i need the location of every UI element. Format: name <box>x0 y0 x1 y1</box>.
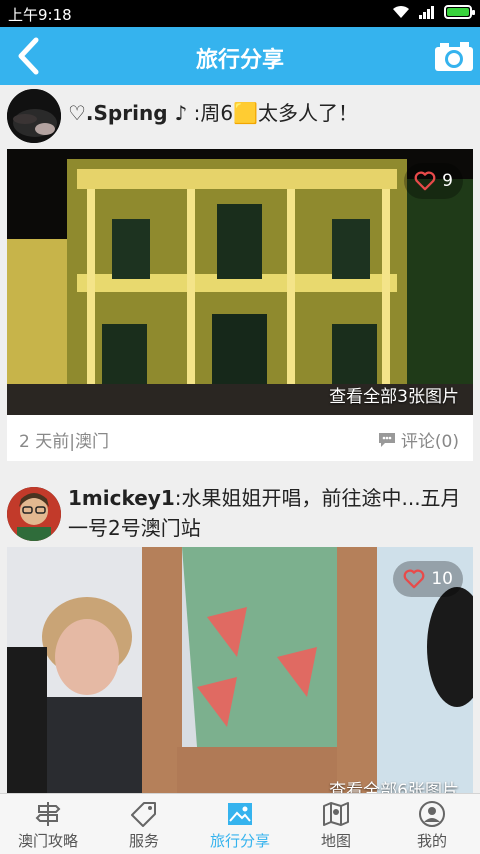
tab-label: 服务 <box>128 832 159 850</box>
comment-count: 评论(0) <box>400 432 459 452</box>
tab-label: 地图 <box>320 832 351 850</box>
avatar[interactable] <box>7 89 61 143</box>
tab-macau-guide[interactable]: 澳门攻略 <box>0 794 96 854</box>
status-time: 上午9:18 <box>8 6 72 24</box>
post-card[interactable]: 9 查看全部3张图片 2 天前|澳门 评论(0) <box>7 149 473 461</box>
post-caption: ♡.Spring ♪ :周6🟨太多人了！ <box>68 98 466 128</box>
post-card[interactable]: 10 查看全部6张图片 <box>7 547 473 793</box>
like-count: 10 <box>431 569 453 589</box>
post-meta: 2 天前|澳门 <box>19 432 109 452</box>
post-caption: 1mickey1:水果姐姐开唱，前往途中...五月一号2号澳门站 <box>68 483 466 543</box>
photo-icon <box>228 803 252 825</box>
wifi-icon <box>393 5 409 18</box>
post-footer: 2 天前|澳门 评论(0) <box>7 415 473 461</box>
post-username[interactable]: 1mickey1 <box>68 486 175 510</box>
comment-button[interactable]: 评论(0) <box>377 427 459 452</box>
tag-icon <box>131 802 156 827</box>
app-header: 旅行分享 <box>0 27 480 85</box>
avatar-image <box>7 487 61 541</box>
post-header: ♡.Spring ♪ :周6🟨太多人了！ <box>0 85 480 149</box>
like-button[interactable]: 10 <box>393 561 463 597</box>
post-username[interactable]: ♡.Spring ♪ <box>68 101 187 125</box>
battery-icon <box>444 5 475 19</box>
page-title: 旅行分享 <box>195 48 284 73</box>
avatar-image <box>7 89 61 143</box>
post-text: :周6🟨太多人了！ <box>193 101 358 125</box>
tab-mine[interactable]: 我的 <box>384 794 480 854</box>
view-all-photos-link[interactable]: 查看全部3张图片 <box>329 382 459 407</box>
church-facade-image <box>7 149 473 415</box>
map-icon <box>323 802 349 826</box>
tab-map[interactable]: 地图 <box>288 794 384 854</box>
like-count: 9 <box>442 171 453 191</box>
bottom-tab-bar: 澳门攻略 服务 旅行分享 地图 我的 <box>0 793 480 854</box>
post-photo[interactable]: 9 查看全部3张图片 <box>7 149 473 415</box>
avatar[interactable] <box>7 487 61 541</box>
status-bar: 上午9:18 <box>0 0 480 27</box>
heart-icon <box>414 171 436 191</box>
view-all-photos-link[interactable]: 查看全部6张图片 <box>329 776 459 793</box>
signpost-icon <box>35 802 61 826</box>
tab-label: 我的 <box>416 832 447 850</box>
tab-label: 澳门攻略 <box>17 832 78 850</box>
post-photo[interactable]: 10 查看全部6张图片 <box>7 547 473 793</box>
heart-icon <box>403 569 425 589</box>
tab-label: 旅行分享 <box>209 832 270 850</box>
signal-icon <box>419 6 434 19</box>
feed-list[interactable]: ♡.Spring ♪ :周6🟨太多人了！ 9 查看全部3张图片 2 天前|澳门 … <box>0 85 480 793</box>
user-icon <box>419 801 445 827</box>
comment-icon <box>378 432 395 447</box>
camera-icon <box>435 42 473 71</box>
tab-travel-share[interactable]: 旅行分享 <box>192 794 288 854</box>
camera-button[interactable] <box>432 34 476 78</box>
like-button[interactable]: 9 <box>404 163 463 199</box>
post-header: 1mickey1:水果姐姐开唱，前往途中...五月一号2号澳门站 <box>0 477 480 547</box>
tab-services[interactable]: 服务 <box>96 794 192 854</box>
